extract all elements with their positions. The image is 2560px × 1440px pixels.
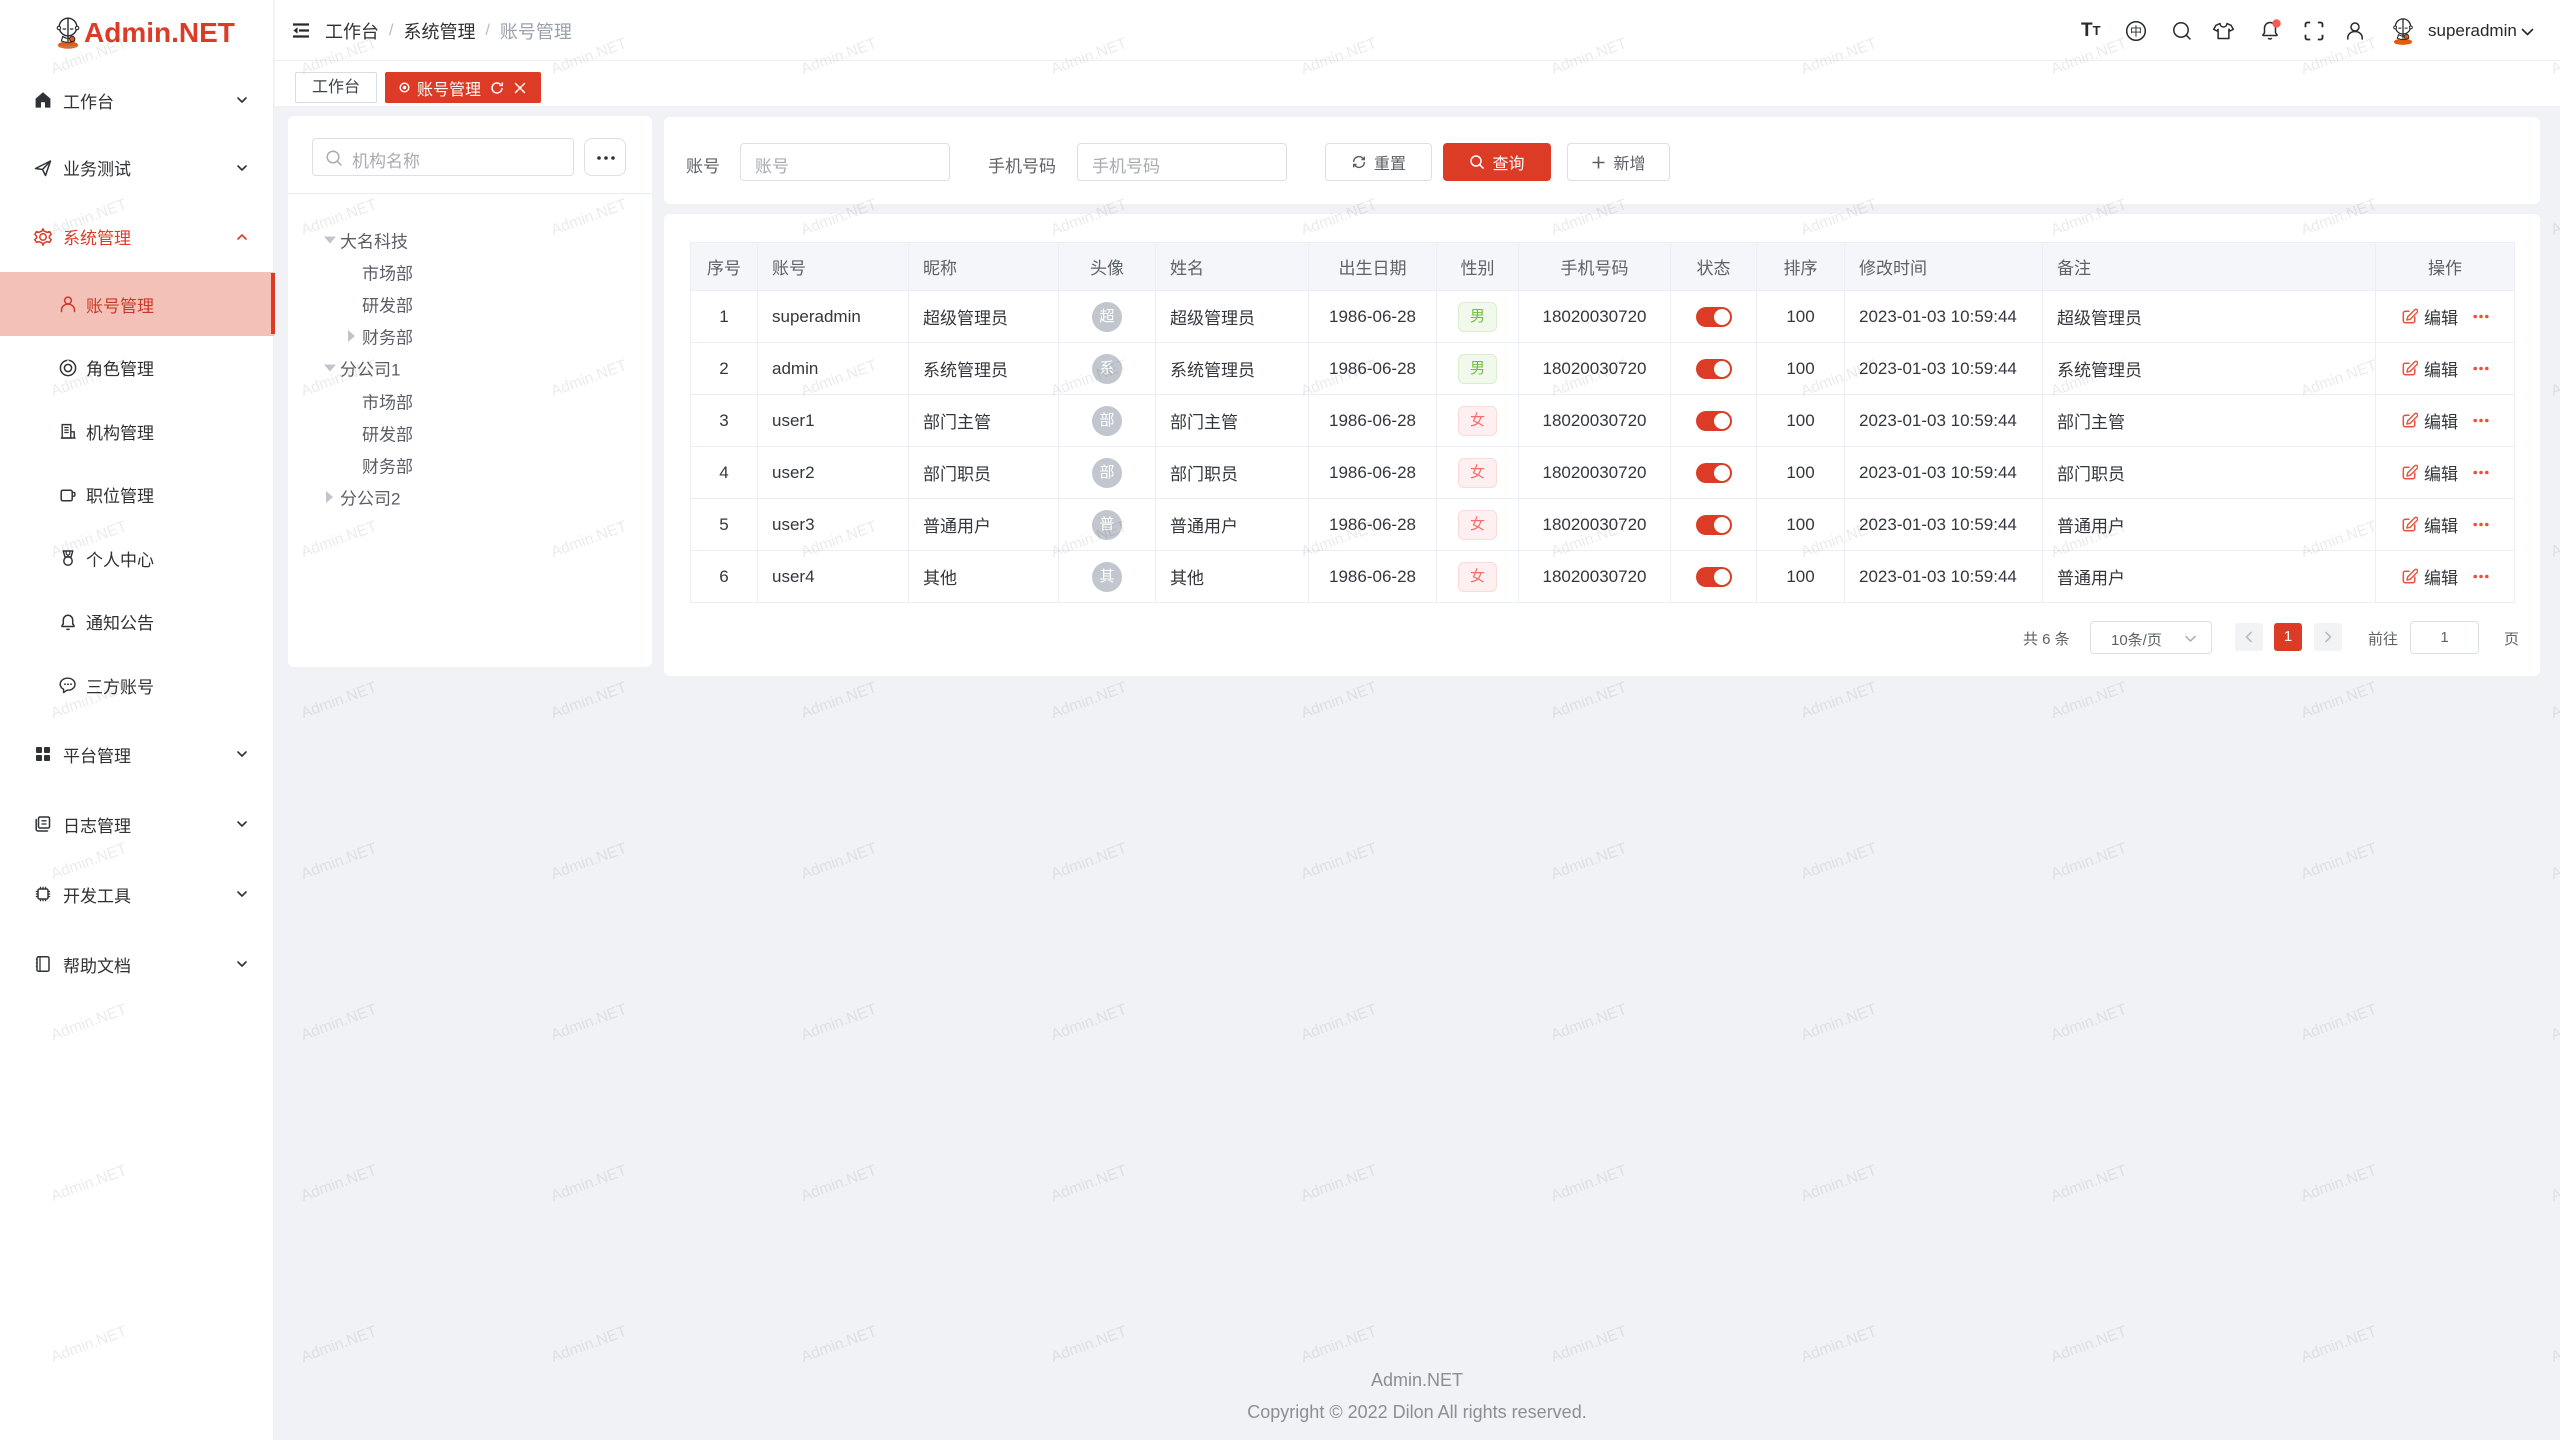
svg-text:中: 中 [2130, 23, 2142, 38]
